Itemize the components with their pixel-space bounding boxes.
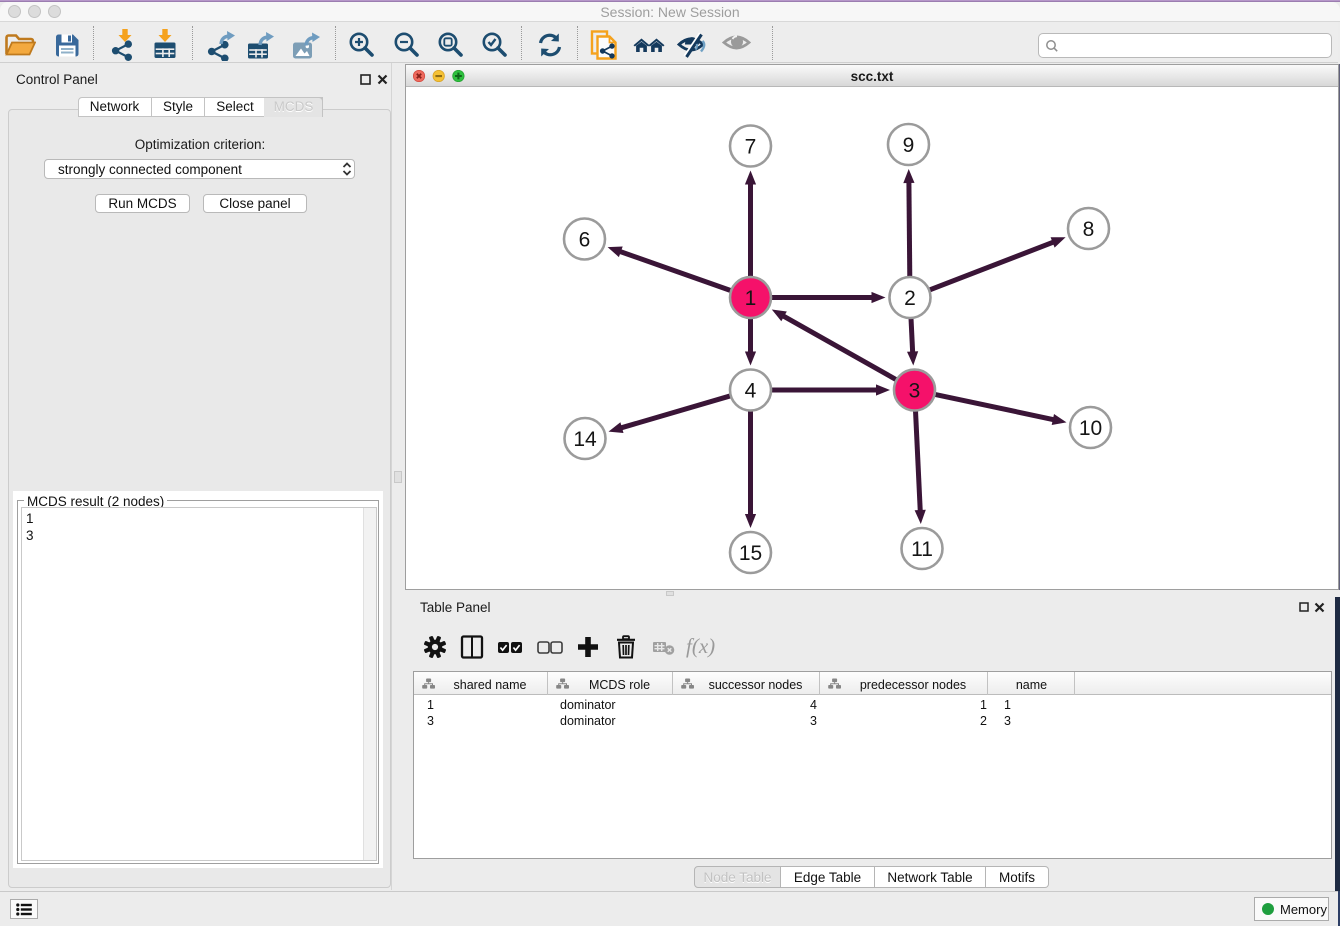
svg-text:2: 2 (904, 287, 916, 310)
svg-text:11: 11 (911, 538, 933, 561)
svg-text:1: 1 (745, 287, 757, 310)
svg-text:3: 3 (909, 380, 921, 403)
svg-text:6: 6 (579, 229, 591, 252)
svg-text:8: 8 (1083, 218, 1095, 241)
svg-text:7: 7 (745, 136, 757, 159)
svg-text:14: 14 (573, 428, 597, 451)
svg-text:9: 9 (903, 134, 915, 157)
svg-text:10: 10 (1079, 417, 1102, 440)
svg-text:15: 15 (739, 542, 762, 565)
svg-text:4: 4 (745, 380, 757, 403)
